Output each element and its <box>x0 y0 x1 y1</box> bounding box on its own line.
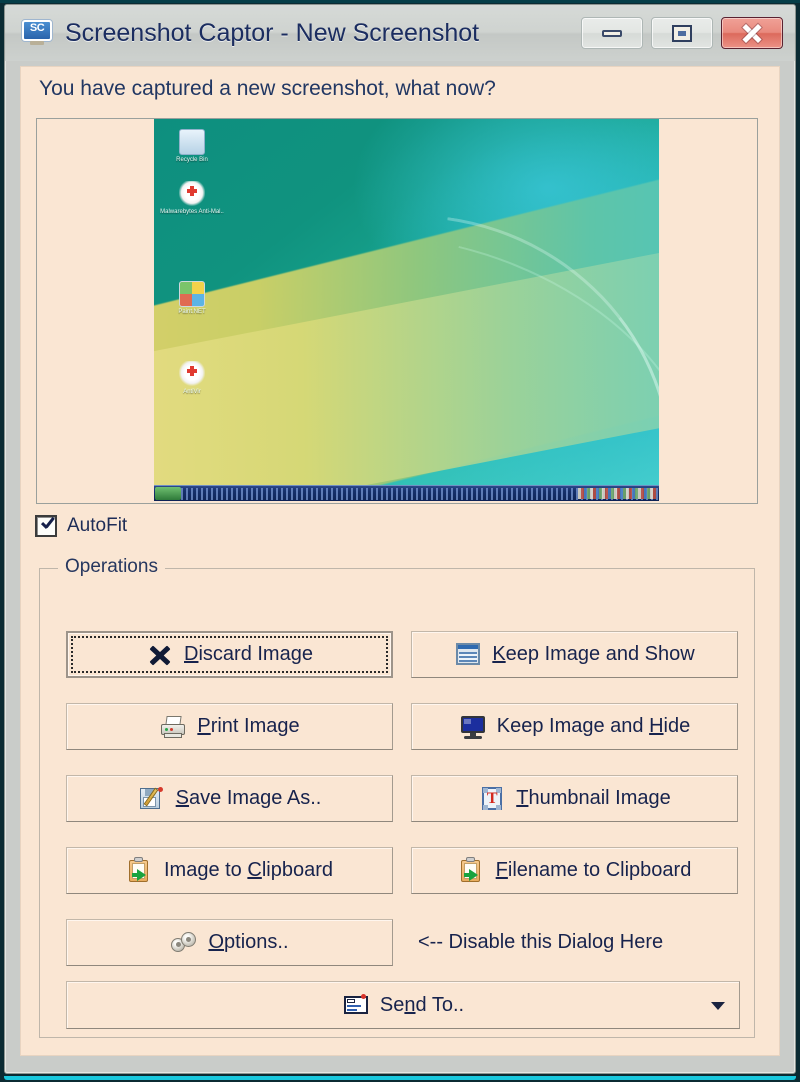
recycle-bin-icon <box>179 129 205 155</box>
send-to-label: Send To.. <box>379 993 465 1016</box>
desktop-icon-antivir: AntiVir <box>160 361 224 396</box>
desktop-icon-label: Recycle Bin <box>176 157 208 163</box>
autofit-checkbox[interactable] <box>35 515 57 537</box>
desktop-icon-label: Malwarebytes Anti-Mal.. <box>160 209 224 215</box>
close-button[interactable] <box>721 17 783 49</box>
maximize-button[interactable] <box>651 17 713 49</box>
dialog-client-area: You have captured a new screenshot, what… <box>20 66 780 1056</box>
window-controls <box>581 17 783 49</box>
app-icon-label: SC <box>29 22 45 34</box>
image-to-clipboard-button[interactable]: Image to Clipboard <box>66 847 393 894</box>
autofit-label: AutoFit <box>67 515 128 536</box>
thumbnail-image-label: Thumbnail Image <box>516 787 671 809</box>
prompt-text: You have captured a new screenshot, what… <box>39 77 496 100</box>
desktop-icon-label: Paint.NET <box>178 309 206 315</box>
clipboard-arrow-icon <box>126 856 154 885</box>
screenshot-captor-icon: SC <box>19 19 55 47</box>
options-label: Options.. <box>208 931 289 953</box>
save-image-as-label: Save Image As.. <box>175 787 322 809</box>
monitor-icon <box>459 713 487 741</box>
autofit-checkbox-row[interactable]: AutoFit <box>35 515 127 537</box>
save-disk-pencil-icon <box>138 785 166 813</box>
malwarebytes-icon <box>179 181 205 207</box>
disable-dialog-note: <-- Disable this Dialog Here <box>418 931 664 953</box>
preview-image: Recycle Bin Malwarebytes Anti-Mal.. Pain… <box>154 119 659 501</box>
operations-group: Operations Discard Image Keep Image and … <box>39 556 755 1038</box>
cross-icon <box>146 641 174 669</box>
antivir-icon <box>179 361 205 387</box>
save-image-as-button[interactable]: Save Image As.. <box>66 775 393 822</box>
title-bar[interactable]: SC Screenshot Captor - New Screenshot <box>5 5 795 61</box>
filename-to-clipboard-button[interactable]: Filename to Clipboard <box>411 847 738 894</box>
clipboard-arrow-icon <box>458 856 486 885</box>
operations-group-label: Operations <box>58 556 165 578</box>
desktop-icon-paint-net: Paint.NET <box>160 281 224 316</box>
start-button-icon <box>155 487 181 500</box>
close-icon <box>741 23 763 44</box>
filename-to-clipboard-label: Filename to Clipboard <box>495 859 692 881</box>
send-card-icon <box>342 991 370 1019</box>
window-icon <box>454 641 482 669</box>
options-button[interactable]: Options.. <box>66 919 393 966</box>
preview-taskbar <box>154 485 659 501</box>
maximize-icon <box>672 24 692 42</box>
print-image-label: Print Image <box>197 715 300 737</box>
window-title: Screenshot Captor - New Screenshot <box>65 18 480 47</box>
paint-net-icon <box>179 281 205 307</box>
desktop-icon-label: AntiVir <box>183 389 201 395</box>
thumbnail-icon: T <box>478 785 506 813</box>
print-image-button[interactable]: Print Image <box>66 703 393 750</box>
chevron-down-icon[interactable] <box>711 1002 725 1010</box>
minimize-icon <box>602 29 622 37</box>
desktop-icon-malwarebytes: Malwarebytes Anti-Mal.. <box>160 181 224 216</box>
system-tray <box>578 488 656 499</box>
keep-image-and-hide-button[interactable]: Keep Image and Hide <box>411 703 738 750</box>
keep-image-and-hide-label: Keep Image and Hide <box>496 715 691 737</box>
keep-image-and-show-label: Keep Image and Show <box>492 643 695 665</box>
keep-image-and-show-button[interactable]: Keep Image and Show <box>411 631 738 678</box>
gears-icon <box>170 929 198 957</box>
printer-icon <box>159 713 187 741</box>
checkmark-icon <box>40 517 54 533</box>
desktop-icon-recycle-bin: Recycle Bin <box>160 129 224 164</box>
captured-screenshot-preview[interactable]: Recycle Bin Malwarebytes Anti-Mal.. Pain… <box>36 118 758 504</box>
thumbnail-image-button[interactable]: T Thumbnail Image <box>411 775 738 822</box>
application-window: SC Screenshot Captor - New Screenshot Yo… <box>0 0 800 1082</box>
discard-image-label: Discard Image <box>184 643 313 665</box>
send-to-button[interactable]: Send To.. <box>66 981 740 1029</box>
window-bottom-edge <box>4 1076 796 1080</box>
image-to-clipboard-label: Image to Clipboard <box>163 859 333 881</box>
discard-image-button[interactable]: Discard Image <box>66 631 393 678</box>
minimize-button[interactable] <box>581 17 643 49</box>
